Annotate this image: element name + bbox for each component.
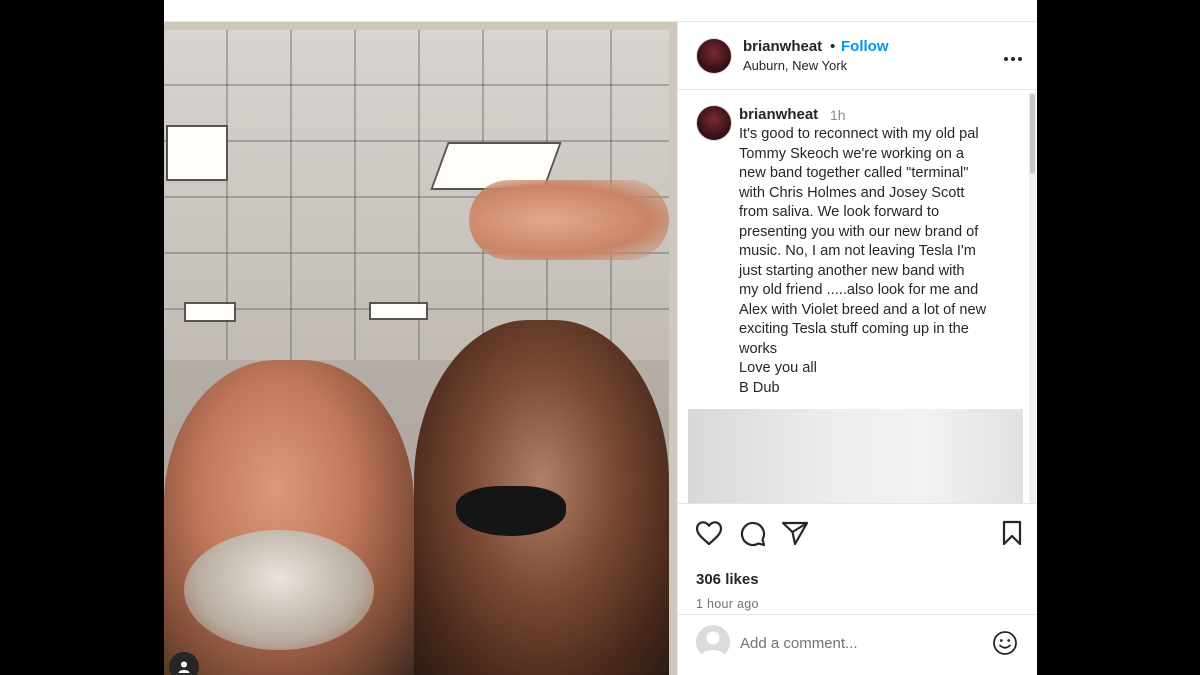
caption-line: from saliva. We look forward to	[739, 204, 940, 220]
caption-line: Tommy Skeoch we're working on a	[739, 145, 965, 162]
send-icon	[781, 521, 809, 546]
add-comment-bar	[678, 614, 1037, 675]
caption-line: Alex with Violet breed and a lot of new	[739, 301, 987, 318]
bookmark-icon	[1002, 520, 1022, 546]
more-options-button[interactable]	[1003, 46, 1023, 67]
top-bar	[164, 0, 1037, 22]
comment-button[interactable]	[738, 519, 766, 552]
action-bar: 306 likes 1 hour ago	[678, 503, 1037, 611]
avatar[interactable]	[696, 38, 732, 74]
caption-time: 1h	[830, 107, 846, 123]
post-header: brianwheat • Follow Auburn, New York	[678, 22, 1037, 90]
caption-line: Love you all	[739, 360, 817, 376]
caption-line: new band together called "terminal"	[739, 165, 969, 181]
current-user-avatar	[696, 625, 730, 659]
header-username[interactable]: brianwheat	[743, 38, 822, 55]
caption-line: my old friend .....also look for me and	[739, 282, 979, 298]
caption-line: with Chris Holmes and Josey Scott	[739, 184, 965, 201]
comment-input[interactable]	[738, 629, 972, 657]
caption-avatar[interactable]	[696, 105, 732, 141]
sunglasses	[456, 486, 566, 536]
caption-line: B Dub	[739, 379, 780, 396]
comment-icon	[740, 521, 766, 547]
user-icon	[700, 631, 726, 659]
blurred-content	[688, 409, 1023, 503]
hand	[469, 180, 669, 260]
caption-line: music. No, I am not leaving Tesla I'm	[739, 243, 976, 259]
save-button[interactable]	[1001, 520, 1023, 551]
caption-line: just starting another new band with	[739, 262, 965, 279]
location-link[interactable]: Auburn, New York	[743, 58, 847, 73]
follow-button[interactable]: Follow	[841, 38, 889, 55]
post-time[interactable]: 1 hour ago	[696, 597, 759, 611]
caption-line: It's good to reconnect with my old pal	[739, 126, 979, 142]
tagged-user-button[interactable]	[169, 652, 199, 675]
caption-line: presenting you with our new brand of	[739, 223, 979, 240]
post-panel: brianwheat • Follow Auburn, New York bri…	[677, 22, 1037, 675]
caption-line: exciting Tesla stuff coming up in the	[739, 321, 969, 337]
emoji-button[interactable]	[992, 630, 1018, 661]
like-button[interactable]	[695, 520, 723, 551]
follow-separator: •	[830, 38, 836, 55]
photo-image	[164, 30, 669, 675]
user-icon	[178, 661, 190, 673]
comments-section[interactable]: brianwheat 1h It's good to reconnect wit…	[678, 90, 1028, 503]
caption-username[interactable]: brianwheat	[739, 106, 818, 123]
likes-count[interactable]: 306 likes	[696, 571, 759, 588]
emoji-icon	[993, 631, 1017, 655]
share-button[interactable]	[781, 520, 809, 551]
heart-icon	[695, 521, 723, 546]
ceiling-light	[184, 302, 236, 322]
post-photo[interactable]	[164, 22, 677, 675]
ceiling-light	[369, 302, 428, 320]
caption-line: works	[739, 340, 778, 357]
more-icon	[1004, 57, 1022, 61]
scrollbar-thumb[interactable]	[1030, 94, 1035, 174]
ceiling-light	[166, 125, 228, 181]
beard	[184, 530, 374, 650]
instagram-post-frame: brianwheat • Follow Auburn, New York bri…	[164, 0, 1037, 675]
